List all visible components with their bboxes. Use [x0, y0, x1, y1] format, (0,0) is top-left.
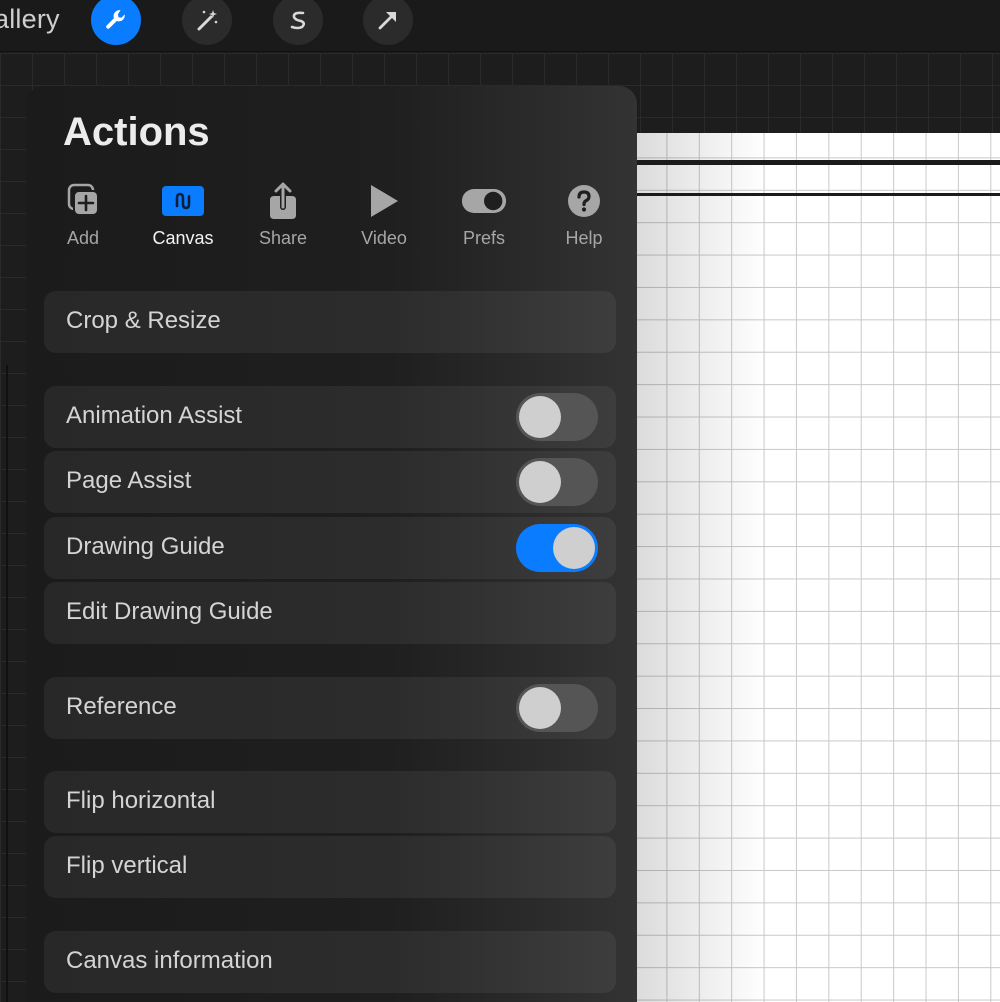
tab-share[interactable]: Share — [233, 182, 333, 252]
drawing-canvas[interactable] — [636, 133, 1000, 1002]
tab-prefs[interactable]: Prefs — [434, 182, 534, 252]
procreate-screen: allery Actions Add Canvas Share Video Pr… — [0, 0, 1000, 1002]
actions-wrench-button[interactable] — [91, 0, 141, 45]
flip-vertical-row[interactable]: Flip vertical — [44, 836, 616, 898]
tab-help[interactable]: Help — [534, 182, 634, 252]
tab-canvas-label: Canvas — [152, 228, 214, 248]
add-layer-icon — [67, 183, 99, 216]
tab-canvas[interactable]: Canvas — [133, 182, 233, 252]
animation-assist-toggle[interactable] — [516, 393, 598, 441]
canvas-shadow — [636, 133, 766, 1002]
reference-row[interactable]: Reference — [44, 677, 616, 739]
animation-assist-label: Animation Assist — [66, 402, 243, 429]
drawing-guide-label: Drawing Guide — [66, 533, 225, 560]
toggle-knob — [519, 687, 561, 729]
reference-toggle[interactable] — [516, 684, 598, 732]
page-assist-toggle[interactable] — [516, 458, 598, 506]
canvas-stroke-second — [636, 193, 1000, 196]
magic-wand-icon — [197, 10, 218, 31]
toggle-knob — [519, 461, 561, 503]
panel-title: Actions — [63, 110, 210, 154]
wrench-icon — [106, 10, 125, 29]
tab-video-label: Video — [361, 228, 407, 248]
canvas-information-row[interactable]: Canvas information — [44, 931, 616, 993]
share-icon — [270, 182, 296, 219]
page-assist-row[interactable]: Page Assist — [44, 451, 616, 513]
reference-label: Reference — [66, 693, 177, 720]
animation-assist-row[interactable]: Animation Assist — [44, 386, 616, 448]
drawing-guide-toggle[interactable] — [516, 524, 598, 572]
transform-button[interactable] — [363, 0, 413, 45]
tab-help-label: Help — [565, 228, 603, 248]
layers-edge — [0, 365, 8, 1002]
flip-horizontal-row[interactable]: Flip horizontal — [44, 771, 616, 833]
tab-add[interactable]: Add — [33, 182, 133, 252]
canvas-stroke-top — [636, 160, 1000, 165]
flip-vertical-label: Flip vertical — [66, 852, 188, 879]
crop-resize-label: Crop & Resize — [66, 307, 221, 334]
edit-drawing-guide-label: Edit Drawing Guide — [66, 598, 273, 625]
help-icon — [568, 185, 600, 217]
tab-share-label: Share — [258, 228, 308, 248]
canvas-icon — [162, 186, 204, 216]
arrow-transform-icon — [378, 12, 396, 30]
canvas-information-label: Canvas information — [66, 947, 273, 974]
adjustments-button[interactable] — [182, 0, 232, 45]
toggle-knob — [553, 527, 595, 569]
selection-button[interactable] — [273, 0, 323, 45]
toggle-knob — [519, 396, 561, 438]
crop-resize-row[interactable]: Crop & Resize — [44, 291, 616, 353]
toggle-icon — [461, 189, 507, 213]
top-toolbar: allery — [0, 0, 1000, 52]
tab-video[interactable]: Video — [334, 182, 434, 252]
play-icon — [371, 185, 398, 217]
tab-prefs-label: Prefs — [462, 228, 505, 248]
flip-horizontal-label: Flip horizontal — [66, 787, 216, 814]
drawing-guide-row[interactable]: Drawing Guide — [44, 517, 616, 579]
edit-drawing-guide-row[interactable]: Edit Drawing Guide — [44, 582, 616, 644]
gallery-button[interactable]: allery — [0, 4, 60, 35]
selection-s-icon — [290, 11, 306, 30]
tab-add-label: Add — [66, 228, 100, 248]
actions-panel: Actions Add Canvas Share Video Prefs Hel… — [26, 86, 637, 1002]
page-assist-label: Page Assist — [66, 467, 192, 494]
